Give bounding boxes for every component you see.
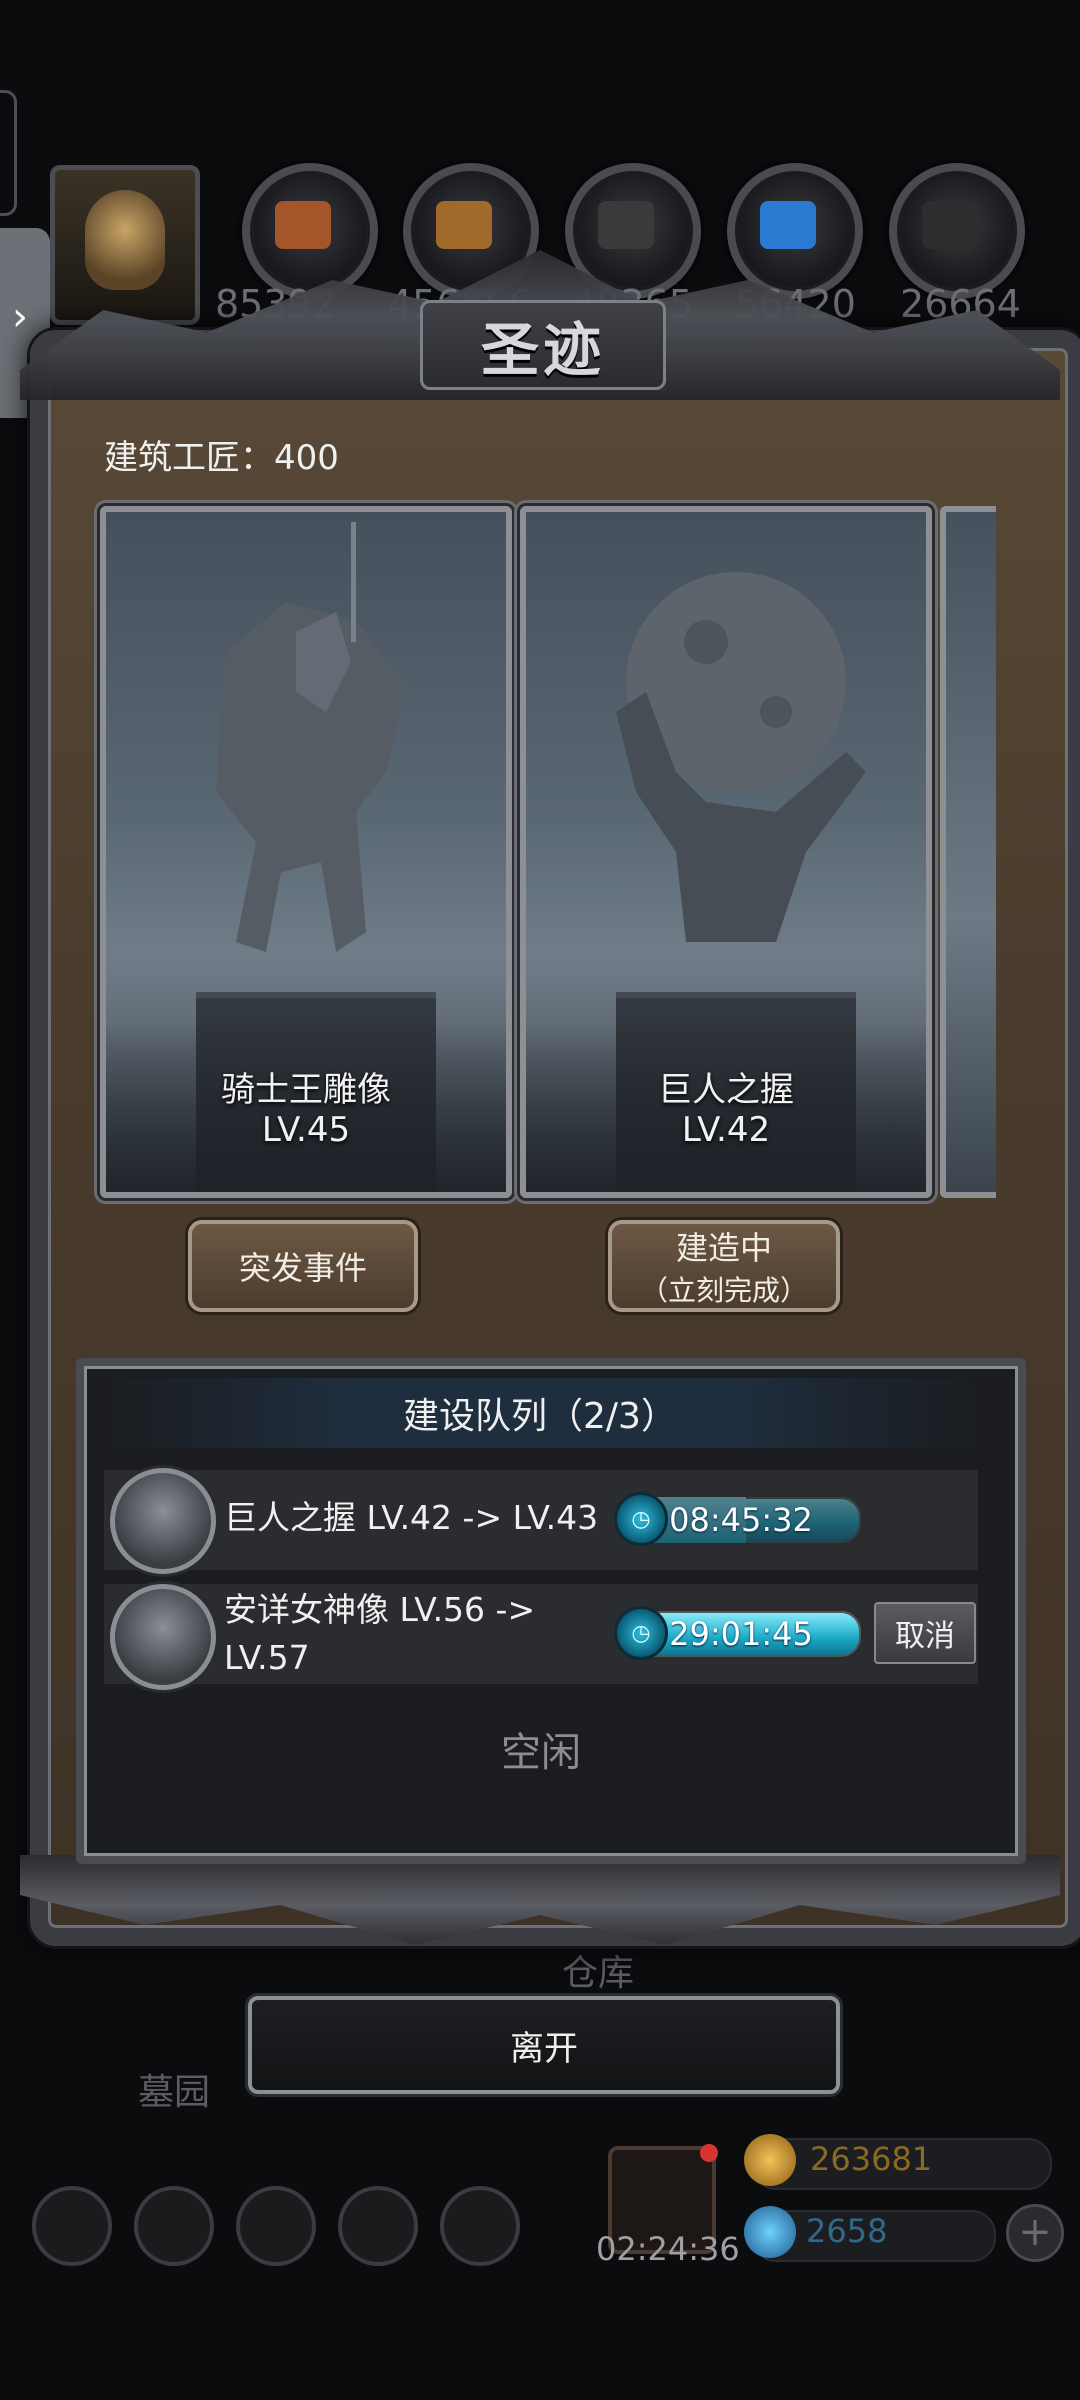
dialog-title: 圣迹 (420, 300, 666, 390)
gem-icon (744, 2206, 796, 2258)
hero-portrait-icon (85, 190, 165, 290)
resource-crystal[interactable] (727, 163, 863, 299)
plank-icon (436, 201, 492, 249)
sudden-event-button[interactable]: 突发事件 (188, 1220, 418, 1312)
card-level: LV.42 (681, 1110, 771, 1150)
queue-item-text: 巨人之握 LV.42 -> LV.43 (224, 1498, 599, 1537)
gift-timer: 02:24:36 (596, 2230, 740, 2268)
queue-idle-slot[interactable]: 空闲 (104, 1720, 978, 1778)
metal-icon (922, 201, 978, 249)
clock-icon: ◷ (614, 1492, 668, 1546)
cancel-button[interactable]: 取消 (874, 1602, 976, 1664)
card-name: 骑士王雕像 (221, 1070, 391, 1110)
resource-metal[interactable] (889, 163, 1025, 299)
sudden-event-label: 突发事件 (238, 1249, 367, 1287)
queue-title: 建设队列（2/3） (90, 1378, 990, 1448)
queue-item-text-line2: LV.57 (224, 1638, 310, 1677)
rank-icon[interactable] (236, 2186, 316, 2266)
bag-icon[interactable] (440, 2186, 520, 2266)
queue-item-text-line1: 安详女神像 LV.56 -> (224, 1590, 536, 1629)
badge-icon[interactable] (134, 2186, 214, 2266)
building-card-knight-king[interactable]: 骑士王雕像 LV.45 (100, 506, 512, 1198)
building-status-label: 建造中 (675, 1229, 772, 1267)
side-tab-stub (0, 90, 17, 216)
map-label-cemetery[interactable]: 墓园 (138, 2063, 210, 2115)
crystal-icon (760, 201, 816, 249)
giant-grip-thumb-icon (110, 1468, 216, 1574)
gold-coin-icon (744, 2134, 796, 2186)
gem-value: 2658 (806, 2212, 888, 2250)
wood-icon (275, 201, 331, 249)
add-gems-plus-icon[interactable]: + (1006, 2204, 1064, 2262)
card-level: LV.45 (261, 1110, 351, 1150)
building-card-partial[interactable] (940, 506, 996, 1198)
resource-wood[interactable] (242, 163, 378, 299)
goddess-statue-thumb-icon (110, 1584, 216, 1690)
mail-icon[interactable] (338, 2186, 418, 2266)
iron-icon (598, 201, 654, 249)
timer-text: 08:45:32 (669, 1501, 813, 1539)
gold-value: 263681 (810, 2140, 933, 2178)
chevron-right-icon: › (12, 294, 28, 340)
card-name: 巨人之握 (658, 1070, 794, 1110)
avatar[interactable] (50, 165, 200, 325)
clock-icon: ◷ (614, 1606, 668, 1660)
worker-count: 建筑工匠：400 (104, 438, 339, 478)
leave-button[interactable]: 离开 (248, 1996, 840, 2094)
building-finish-now-button[interactable]: 建造中 （立刻完成） (608, 1220, 840, 1312)
leave-label: 离开 (510, 2028, 578, 2069)
notification-dot (700, 2144, 718, 2162)
building-card-giants-grip[interactable]: 巨人之握 LV.42 (520, 506, 932, 1198)
settings-icon[interactable] (32, 2186, 112, 2266)
timer-text: 29:01:45 (669, 1615, 813, 1653)
finish-now-label: （立刻完成） (639, 1274, 808, 1307)
map-label-warehouse[interactable]: 仓库 (562, 1944, 634, 1996)
